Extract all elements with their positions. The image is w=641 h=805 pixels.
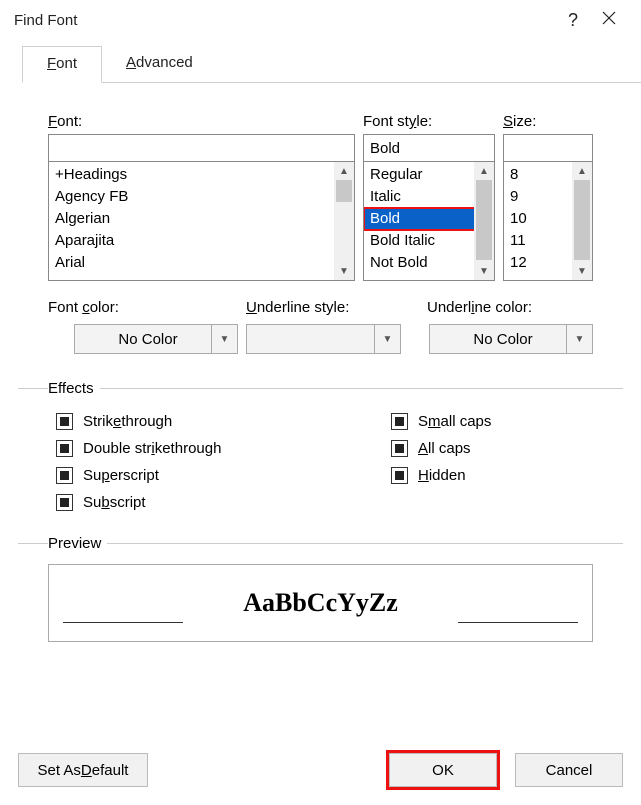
checkbox-small-caps[interactable]: Small caps bbox=[391, 413, 593, 430]
font-listbox[interactable]: +HeadingsAgency FBAlgerianAparajitaArial… bbox=[48, 161, 355, 281]
scroll-thumb[interactable] bbox=[336, 180, 352, 202]
scroll-up-icon[interactable]: ▲ bbox=[572, 162, 592, 180]
tri-state-checkbox[interactable] bbox=[391, 440, 408, 457]
checkbox-double-strikethrough[interactable]: Double strikethrough bbox=[56, 440, 383, 457]
checkbox-label: Small caps bbox=[418, 413, 491, 430]
dialog-footer: Set As Default OK Cancel bbox=[0, 739, 641, 805]
dropdown-button[interactable]: ▼ bbox=[212, 324, 238, 354]
font-style-input[interactable] bbox=[363, 134, 495, 162]
scroll-down-icon[interactable]: ▼ bbox=[474, 262, 494, 280]
tri-state-checkbox[interactable] bbox=[391, 467, 408, 484]
titlebar: Find Font ? bbox=[0, 0, 641, 37]
chevron-down-icon: ▼ bbox=[383, 334, 393, 345]
size-input[interactable] bbox=[503, 134, 593, 162]
underline-color-label: Underline color: bbox=[427, 299, 593, 316]
font-input[interactable] bbox=[48, 134, 355, 162]
checkbox-strikethrough[interactable]: Strikethrough bbox=[56, 413, 383, 430]
dropdown-button[interactable]: ▼ bbox=[567, 324, 593, 354]
tri-state-checkbox[interactable] bbox=[56, 494, 73, 511]
close-icon bbox=[602, 11, 616, 25]
checkbox-label: Hidden bbox=[418, 467, 466, 484]
preview-legend: Preview bbox=[48, 535, 107, 552]
list-item[interactable]: Agency FB bbox=[49, 186, 354, 208]
font-style-label: Font style: bbox=[363, 113, 495, 130]
underline-color-value[interactable]: No Color bbox=[429, 324, 567, 354]
tri-state-checkbox[interactable] bbox=[56, 413, 73, 430]
checkbox-all-caps[interactable]: All caps bbox=[391, 440, 593, 457]
dropdown-button[interactable]: ▼ bbox=[375, 324, 401, 354]
size-label: Size: bbox=[503, 113, 593, 130]
tab-font[interactable]: Font bbox=[22, 46, 102, 83]
size-listbox[interactable]: 89101112 ▲ ▼ bbox=[503, 161, 593, 281]
list-item[interactable]: Algerian bbox=[49, 208, 354, 230]
cancel-button[interactable]: Cancel bbox=[515, 753, 623, 787]
scroll-down-icon[interactable]: ▼ bbox=[334, 262, 354, 280]
list-item[interactable]: Arial bbox=[49, 252, 354, 274]
checkbox-subscript[interactable]: Subscript bbox=[56, 494, 383, 511]
font-color-value[interactable]: No Color bbox=[74, 324, 212, 354]
underline-style-combo[interactable]: ▼ bbox=[246, 324, 401, 354]
chevron-down-icon: ▼ bbox=[220, 334, 230, 345]
help-button[interactable]: ? bbox=[555, 10, 591, 31]
tri-state-checkbox[interactable] bbox=[56, 440, 73, 457]
tab-panel-font: Font: +HeadingsAgency FBAlgerianAparajit… bbox=[0, 83, 641, 652]
dialog-title: Find Font bbox=[14, 12, 555, 29]
close-button[interactable] bbox=[591, 11, 627, 30]
checkbox-hidden[interactable]: Hidden bbox=[391, 467, 593, 484]
ok-button[interactable]: OK bbox=[389, 753, 497, 787]
chevron-down-icon: ▼ bbox=[575, 334, 585, 345]
checkbox-label: Subscript bbox=[83, 494, 146, 511]
checkbox-superscript[interactable]: Superscript bbox=[56, 467, 383, 484]
checkbox-label: Superscript bbox=[83, 467, 159, 484]
preview-rule bbox=[63, 622, 183, 623]
effects-group: Effects Strikethrough Double strikethroug… bbox=[18, 380, 623, 525]
preview-text: AaBbCcYyZz bbox=[243, 588, 398, 618]
checkbox-label: Strikethrough bbox=[83, 413, 172, 430]
style-scrollbar[interactable]: ▲ ▼ bbox=[474, 162, 494, 280]
set-default-button[interactable]: Set As Default bbox=[18, 753, 148, 787]
scroll-thumb[interactable] bbox=[574, 180, 590, 260]
underline-style-label: Underline style: bbox=[246, 299, 401, 316]
checkbox-label: All caps bbox=[418, 440, 471, 457]
checkbox-label: Double strikethrough bbox=[83, 440, 221, 457]
tab-advanced[interactable]: Advanced bbox=[102, 46, 217, 83]
list-item[interactable]: +Headings bbox=[49, 164, 354, 186]
font-style-listbox[interactable]: RegularItalicBoldBold ItalicNot Bold ▲ ▼ bbox=[363, 161, 495, 281]
size-scrollbar[interactable]: ▲ ▼ bbox=[572, 162, 592, 280]
scroll-up-icon[interactable]: ▲ bbox=[474, 162, 494, 180]
tri-state-checkbox[interactable] bbox=[56, 467, 73, 484]
preview-rule bbox=[458, 622, 578, 623]
list-item[interactable]: Aparajita bbox=[49, 230, 354, 252]
scroll-down-icon[interactable]: ▼ bbox=[572, 262, 592, 280]
tri-state-checkbox[interactable] bbox=[391, 413, 408, 430]
preview-group: Preview AaBbCcYyZz bbox=[18, 535, 623, 642]
underline-color-combo[interactable]: No Color ▼ bbox=[429, 324, 593, 354]
preview-box: AaBbCcYyZz bbox=[48, 564, 593, 642]
scroll-up-icon[interactable]: ▲ bbox=[334, 162, 354, 180]
font-color-combo[interactable]: No Color ▼ bbox=[74, 324, 238, 354]
font-color-label: Font color: bbox=[48, 299, 238, 316]
underline-style-value[interactable] bbox=[246, 324, 375, 354]
font-label: Font: bbox=[48, 113, 355, 130]
effects-legend: Effects bbox=[48, 380, 100, 397]
tab-strip: Font Advanced bbox=[22, 45, 641, 83]
font-scrollbar[interactable]: ▲ ▼ bbox=[334, 162, 354, 280]
scroll-thumb[interactable] bbox=[476, 180, 492, 260]
